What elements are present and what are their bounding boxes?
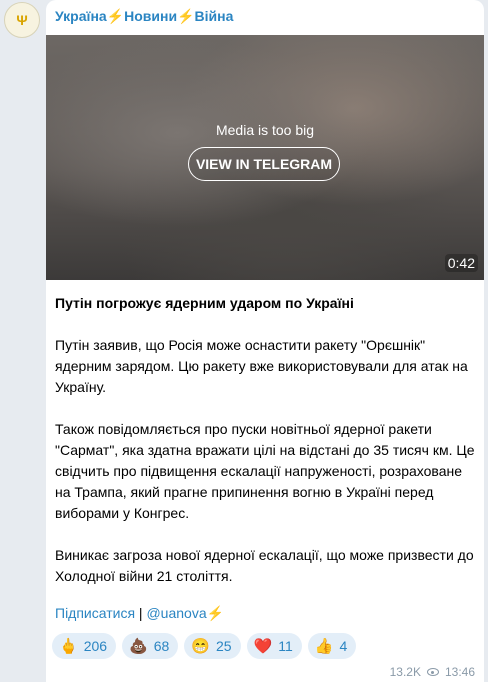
reaction-count: 25 bbox=[216, 638, 232, 654]
message-meta: 13.2K 13:46 bbox=[390, 665, 475, 679]
post-paragraph: Виникає загроза нової ядерної ескалації,… bbox=[55, 547, 474, 584]
reaction-count: 11 bbox=[278, 638, 293, 654]
views-count: 13.2K bbox=[389, 665, 421, 679]
thumbs-up-icon: 👍 bbox=[314, 637, 334, 655]
channel-name-part: Україна bbox=[55, 8, 107, 24]
reactions-bar: 🖕 206 💩 68 😁 25 ❤️ 11 👍 4 bbox=[52, 633, 357, 659]
heart-icon: ❤️ bbox=[253, 637, 273, 655]
reaction-grin[interactable]: 😁 25 bbox=[184, 633, 241, 659]
message-time: 13:46 bbox=[444, 665, 475, 679]
grin-icon: 😁 bbox=[191, 637, 210, 655]
trident-icon: Ψ bbox=[16, 12, 28, 28]
reaction-middle-finger[interactable]: 🖕 206 bbox=[52, 633, 117, 659]
channel-name-part: Війна bbox=[194, 8, 234, 24]
separator: | bbox=[135, 605, 147, 621]
channel-handle-link[interactable]: @uanova bbox=[146, 605, 206, 621]
channel-name-part: Новини bbox=[124, 8, 178, 24]
reaction-thumbs-up[interactable]: 👍 4 bbox=[307, 633, 357, 659]
reaction-poop[interactable]: 💩 68 bbox=[122, 633, 179, 659]
middle-finger-icon: 🖕 bbox=[59, 637, 78, 655]
channel-name[interactable]: Україна⚡Новини⚡Війна bbox=[55, 8, 233, 25]
post-paragraph: Також повідомляється про пуски новітньої… bbox=[55, 421, 475, 521]
subscribe-link[interactable]: Підписатися bbox=[55, 605, 135, 621]
video-preview[interactable]: Media is too big VIEW IN TELEGRAM 0:42 bbox=[46, 35, 484, 280]
reaction-heart[interactable]: ❤️ 11 bbox=[246, 633, 302, 659]
view-in-telegram-button[interactable]: VIEW IN TELEGRAM bbox=[188, 147, 340, 181]
poop-icon: 💩 bbox=[129, 637, 148, 655]
channel-avatar[interactable]: Ψ bbox=[4, 2, 40, 38]
reaction-count: 68 bbox=[153, 638, 170, 654]
footer-links: Підписатися | @uanova⚡ bbox=[55, 605, 224, 622]
lightning-icon: ⚡ bbox=[106, 8, 125, 24]
post-paragraph: Путін заявив, що Росія може оснастити ра… bbox=[55, 337, 468, 395]
message-bubble: Україна⚡Новини⚡Війна Media is too big VI… bbox=[46, 0, 484, 682]
media-too-big-message: Media is too big bbox=[215, 122, 315, 138]
lightning-icon: ⚡ bbox=[206, 605, 225, 621]
reaction-count: 4 bbox=[339, 638, 348, 654]
video-duration: 0:42 bbox=[444, 254, 478, 272]
lightning-icon: ⚡ bbox=[177, 8, 195, 24]
post-title: Путін погрожує ядерним ударом по Україні bbox=[55, 295, 354, 311]
eye-icon bbox=[426, 668, 439, 676]
reaction-count: 206 bbox=[83, 638, 108, 654]
post-text: Путін погрожує ядерним ударом по Україні… bbox=[55, 293, 475, 608]
